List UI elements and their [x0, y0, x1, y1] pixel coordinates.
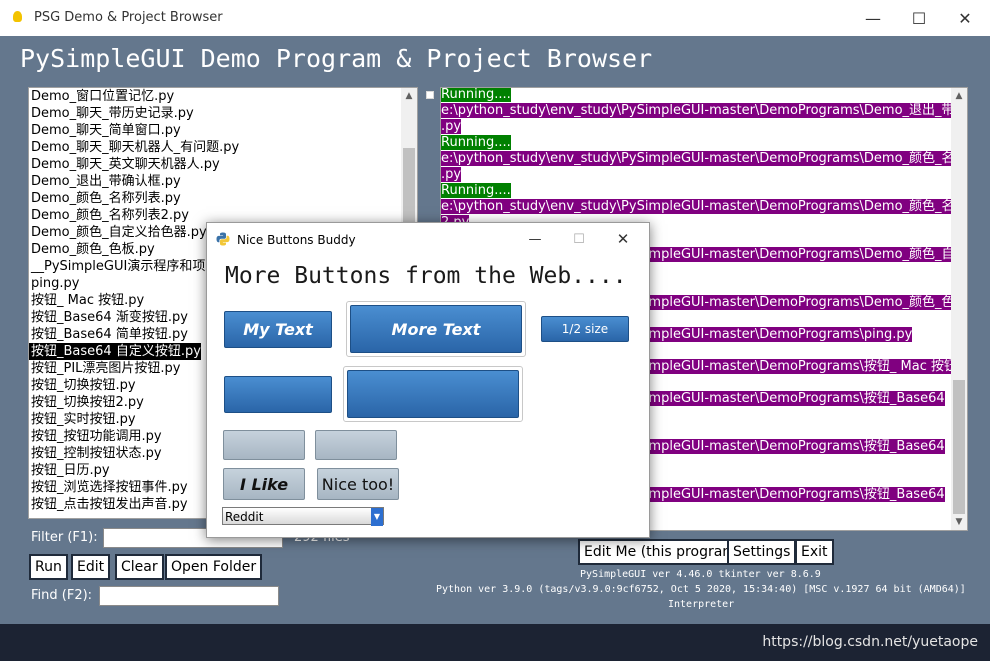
scroll-up-icon[interactable]: ▲ [401, 88, 417, 104]
pysimplegui-version: PySimpleGUI ver 4.46.0 tkinter ver 8.6.9 [580, 569, 821, 580]
sizegrip-icon [426, 91, 434, 99]
nice-buttons-window: Nice Buttons Buddy — ☐ ✕ More Buttons fr… [206, 222, 650, 538]
output-path-line: e:\python_study\env_study\PySimpleGUI-ma… [441, 103, 967, 119]
title-bar: PSG Demo & Project Browser — ☐ ✕ [0, 0, 990, 36]
python-version: Python ver 3.9.0 (tags/v3.9.0:9cf6752, O… [436, 584, 966, 595]
output-line-text: e:\python_study\env_study\PySimpleGUI-ma… [441, 151, 967, 166]
output-path-line: .py [441, 167, 949, 183]
my-text-button[interactable]: My Text [224, 311, 332, 348]
edit-button[interactable]: Edit [71, 554, 111, 580]
output-line-text: e:\python_study\env_study\PySimpleGUI-ma… [441, 103, 967, 118]
file-list-item[interactable]: Demo_聊天_英文聊天机器人.py [29, 156, 401, 173]
popup-minimize-button[interactable]: — [513, 223, 557, 255]
output-scroll-thumb[interactable] [953, 380, 965, 514]
popup-maximize-button[interactable]: ☐ [557, 223, 601, 255]
blank-large-blue-button[interactable] [347, 370, 519, 418]
open-folder-button[interactable]: Open Folder [165, 554, 263, 580]
output-line-text: .py [441, 119, 462, 134]
find-input[interactable] [99, 586, 279, 606]
interpreter-label: Interpreter [668, 599, 735, 610]
output-line-text: .py [441, 167, 462, 182]
site-combo-value: Reddit [225, 510, 264, 524]
watermark: https://blog.csdn.net/yuetaope [762, 634, 978, 650]
popup-close-button[interactable]: ✕ [601, 223, 645, 255]
site-combo[interactable]: Reddit ▼ [222, 507, 384, 526]
exit-button[interactable]: Exit [795, 539, 834, 565]
file-list-item[interactable]: Demo_聊天_带历史记录.py [29, 105, 401, 122]
scroll-up-icon[interactable]: ▲ [951, 88, 967, 104]
output-line-text: Running.... [441, 183, 511, 198]
blank-gray-button[interactable] [223, 430, 305, 460]
scroll-down-icon[interactable]: ▼ [951, 514, 967, 530]
output-path-line: e:\python_study\env_study\PySimpleGUI-ma… [441, 151, 967, 167]
output-path-line: e:\python_study\env_study\PySimpleGUI-ma… [441, 199, 967, 215]
file-list-item[interactable]: Demo_聊天_聊天机器人_有问题.py [29, 139, 401, 156]
maximize-button[interactable]: ☐ [896, 0, 942, 36]
output-running-line: Running.... [441, 135, 949, 151]
file-list-item[interactable]: 按钮_Base64 自定义按钮.py [29, 343, 201, 360]
python-logo-icon [216, 232, 230, 246]
popup-title: Nice Buttons Buddy [237, 233, 356, 247]
window-title: PSG Demo & Project Browser [34, 10, 223, 25]
blank-blue-button[interactable] [224, 376, 332, 413]
run-button[interactable]: Run [29, 554, 68, 580]
i-like-button[interactable]: I Like [223, 468, 305, 500]
close-button[interactable]: ✕ [942, 0, 988, 36]
filter-label: Filter (F1): [31, 530, 98, 545]
output-line-text: e:\python_study\env_study\PySimpleGUI-ma… [441, 199, 967, 214]
edit-me-button[interactable]: Edit Me (this program) [578, 539, 748, 565]
output-line-text: Running.... [441, 87, 511, 102]
file-list-item[interactable]: Demo_颜色_名称列表.py [29, 190, 401, 207]
output-line-text: Running.... [441, 135, 511, 150]
nice-too-button[interactable]: Nice too! [317, 468, 399, 500]
output-scrollbar[interactable]: ▲ ▼ [951, 88, 967, 530]
file-list-item[interactable]: Demo_窗口位置记忆.py [29, 88, 401, 105]
chevron-down-icon[interactable]: ▼ [371, 508, 383, 526]
more-text-button[interactable]: More Text [350, 305, 522, 353]
settings-button[interactable]: Settings [727, 539, 797, 565]
output-running-line: Running.... [441, 183, 949, 199]
blank-gray-button-2[interactable] [315, 430, 397, 460]
page-title: PySimpleGUI Demo Program & Project Brows… [20, 44, 653, 73]
popup-heading: More Buttons from the Web.... [225, 263, 627, 289]
minimize-button[interactable]: — [850, 0, 896, 36]
clear-button[interactable]: Clear [115, 554, 164, 580]
file-list-item[interactable]: Demo_退出_带确认框.py [29, 173, 401, 190]
lightbulb-icon [13, 11, 22, 22]
output-running-line: Running.... [441, 87, 949, 103]
file-list-item[interactable]: Demo_聊天_简单窗口.py [29, 122, 401, 139]
output-path-line: .py [441, 119, 949, 135]
find-label: Find (F2): [31, 588, 93, 603]
half-size-button[interactable]: 1/2 size [541, 316, 629, 342]
